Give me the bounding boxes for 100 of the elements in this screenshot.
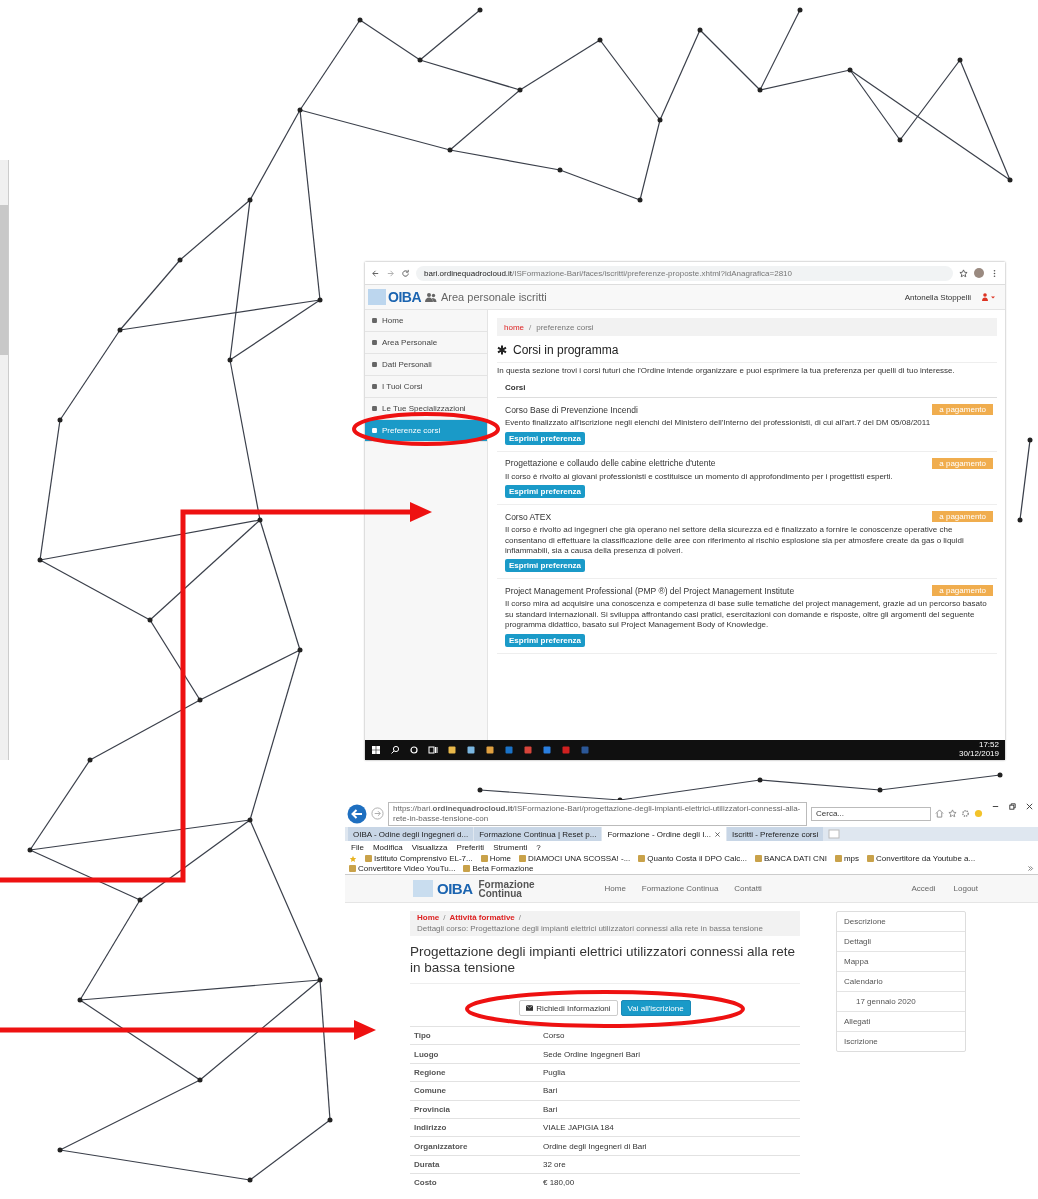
table-cell-text: Ordine degli Ingegneri di Bari	[542, 1141, 648, 1151]
windows-logo-icon[interactable]	[371, 745, 381, 755]
side-nav-item[interactable]: Calendario	[837, 972, 965, 992]
menu-item[interactable]: File	[351, 842, 364, 852]
table-cell-text: € 180,00	[542, 1178, 576, 1188]
table-cell-text: Organizzatore	[413, 1141, 469, 1151]
sidebar-item[interactable]: Area Personale	[365, 332, 487, 354]
menu-item[interactable]: Preferiti	[456, 842, 485, 852]
menu-item[interactable]: ?	[536, 842, 541, 852]
bookmark[interactable]: DIAMOCI UNA SCOSSA! -...	[519, 854, 631, 863]
close-icon[interactable]	[1025, 802, 1034, 811]
logo: OIBA	[368, 289, 421, 305]
breadcrumb-current: Dettagli corso: Progettazione degli impianti elettrici utilizzatori connessi alla rete in bassa tensione	[417, 924, 763, 934]
logout-link[interactable]: Logout	[953, 884, 978, 893]
table-cell-text: VIALE JAPIGIA 184	[542, 1123, 615, 1133]
side-nav-item[interactable]: Iscrizione	[837, 1032, 965, 1051]
user-name[interactable]: Antonella Stoppelli	[904, 292, 971, 302]
bookmark[interactable]: Convertitore Video YouTu...	[349, 864, 456, 873]
envelope-icon	[526, 1005, 534, 1011]
page-title: Area personale iscritti	[441, 291, 547, 303]
menu-item[interactable]: Modifica	[372, 842, 403, 852]
browser-tab[interactable]: Formazione Continua | Reset p...	[474, 827, 602, 841]
search-field[interactable]: Cerca...	[811, 806, 931, 821]
search-icon[interactable]	[390, 745, 400, 755]
nav-link[interactable]: Contatti	[734, 884, 762, 893]
bookmark[interactable]: Convertitore da Youtube a...	[867, 854, 976, 863]
course-title: Corso ATEX	[505, 511, 553, 522]
bookmark[interactable]: mps	[834, 854, 859, 863]
address-field[interactable]: bari.ordinequadrocloud.it/ISFormazione-Bari/faces/iscritti/preferenze-proposte.xhtml?idAnagrafica=2810	[416, 265, 953, 281]
task-view-icon[interactable]	[428, 745, 438, 755]
table-cell-text: Sede Ordine Ingegneri Bari	[542, 1049, 641, 1059]
address-field[interactable]: https://bari.ordinequadrocloud.it/ISFormazione-Bari/progettazione-degli-impianti-elettrici-utilizzatori-connessi-alla-rete-in-basse-tensione-con	[388, 801, 807, 826]
bookmark[interactable]: Beta Formazione	[463, 864, 534, 873]
sidebar-item[interactable]: Dati Personali	[365, 354, 487, 376]
course-title: Progettazione e collaudo delle cabine elettriche d'utente	[505, 458, 717, 469]
clock-time: 17:52	[978, 741, 999, 750]
course-title: Project Management Professional (PMP ®) del Project Management Institute	[505, 585, 796, 596]
menu-item[interactable]: Strumenti	[493, 842, 528, 852]
side-nav-item[interactable]: Dettagli	[837, 932, 965, 952]
table-cell-text: Comune	[413, 1086, 447, 1096]
sidebar-item[interactable]: I Tuoi Corsi	[365, 376, 487, 398]
side-nav-item[interactable]: Descrizione	[837, 912, 965, 932]
section-heading: Corsi in programma	[513, 343, 619, 357]
settings-icon[interactable]	[961, 809, 970, 818]
table-cell-text: Tipo	[413, 1031, 432, 1041]
nav-link[interactable]: Formazione Continua	[641, 884, 719, 893]
table-cell-text: 32 ore	[542, 1159, 567, 1169]
logo[interactable]: OIBA	[413, 880, 473, 897]
course-title: Corso Base di Prevenzione Incendi	[505, 404, 639, 415]
side-nav-item[interactable]: 17 gennaio 2020	[837, 992, 965, 1012]
sidebar-item[interactable]: Home	[365, 310, 487, 332]
close-icon[interactable]	[714, 830, 722, 838]
browser-tab[interactable]: Iscritti - Preferenze corsi	[727, 827, 824, 841]
circle-icon[interactable]	[409, 745, 419, 755]
login-link[interactable]: Accedi	[911, 884, 936, 893]
clock-date: 30/12/2019	[958, 750, 999, 759]
table-cell-text: Costo	[413, 1178, 438, 1188]
price-badge: a pagamento	[932, 585, 993, 597]
breadcrumb-link[interactable]: Attività formative	[449, 913, 515, 923]
brand-name[interactable]: Formazione Continua	[478, 879, 549, 898]
browser-tab[interactable]: OIBA - Odine degli Ingegneri d...	[348, 827, 474, 841]
restore-icon[interactable]	[1008, 802, 1017, 811]
bookmark[interactable]: Quanto Costa il DPO Calc...	[638, 854, 747, 863]
bookmark[interactable]: BANCA DATI CNI	[754, 854, 827, 863]
table-cell-text: Durata	[413, 1159, 441, 1169]
price-badge: a pagamento	[932, 511, 993, 523]
course-description: Il corso mira ad acquisire una conoscenza e competenza di base sulle tematiche del project management, grazie ad un percorso basato su standard internazionali. Si sviluppa affrontando casi pratici, esercitazioni con domande e risposte, oltre gli argomenti del seguente programma didattico, basato sul Project Management Body of Knowledge.	[505, 599, 988, 631]
side-nav-item[interactable]: Allegati	[837, 1012, 965, 1032]
bookmark[interactable]: Istituto Comprensivo EL-7...	[365, 854, 473, 863]
price-badge: a pagamento	[932, 457, 993, 469]
favorites-star-icon[interactable]	[349, 854, 357, 863]
table-cell-text: Regione	[413, 1067, 447, 1077]
table-cell-text: Provincia	[413, 1104, 451, 1114]
intro-text: In questa sezione trovi i corsi futuri che l'Ordine intende organizzare e puoi esprimere la tua preferenza per quelli di tuo interesse.	[497, 362, 997, 382]
star-icon[interactable]	[959, 268, 968, 278]
breadcrumb-separator: /	[518, 913, 522, 923]
avatar[interactable]	[974, 268, 984, 278]
reload-icon[interactable]	[401, 268, 410, 278]
breadcrumb-link[interactable]: Home	[417, 913, 440, 923]
price-badge: a pagamento	[932, 404, 993, 416]
browser-tab[interactable]: Formazione - Ordine degli I...	[602, 827, 727, 841]
menu-item[interactable]: Visualizza	[411, 842, 448, 852]
star-icon[interactable]	[948, 809, 957, 818]
action-button[interactable]: Richiedi Informazioni	[519, 1000, 618, 1016]
bookmark[interactable]: Home	[480, 854, 512, 863]
breadcrumb-link[interactable]: home	[504, 322, 524, 332]
user-menu-icon[interactable]	[981, 293, 997, 301]
side-nav-item[interactable]: Mappa	[837, 952, 965, 972]
breadcrumb-separator: /	[443, 913, 446, 923]
back-arrow-icon[interactable]	[371, 268, 380, 278]
course-description: Il corso è rivolto ai giovani professionisti e costituisce un momento di approfondimento per i progettisti esperti.	[505, 471, 893, 483]
course-description: Evento finalizzato all'iscrizione negli elenchi del Ministero dell'Interno dei professionisti, di cui all'art.7 del DM 05/08/2011	[505, 418, 931, 429]
table-cell-text: Puglia	[542, 1067, 567, 1077]
breadcrumb-current: preferenze corsi	[536, 322, 594, 332]
course-description: Il corso è rivolto ad ingegneri che già operano nel settore della sicurezza ed è finalizzato a fornire le conoscenze operative che consentano di effettuare la classificazione delle aree con riferimento al rischio esplosione sia per atmosfere create da gas o liquidi infiammabili, sia a causa della presenza di polveri.	[505, 525, 965, 557]
breadcrumb-separator: /	[529, 322, 532, 332]
table-cell-text: Bari	[542, 1086, 559, 1096]
chevron-icon[interactable]	[1027, 865, 1034, 872]
nav-link[interactable]: Home	[604, 884, 626, 893]
list-header: Corsi	[497, 381, 997, 399]
